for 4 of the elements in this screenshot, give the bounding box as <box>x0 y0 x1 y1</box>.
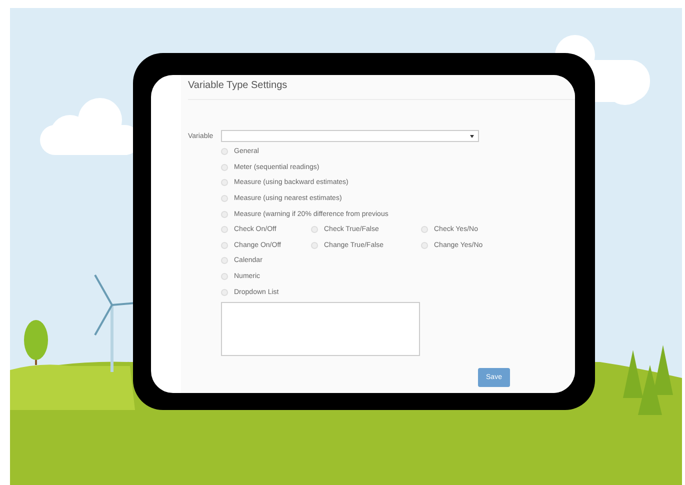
variable-dropdown[interactable] <box>221 130 479 142</box>
caret-icon <box>470 134 474 138</box>
text-area[interactable] <box>221 302 420 356</box>
panel-title: Variable Type Settings <box>188 80 288 91</box>
